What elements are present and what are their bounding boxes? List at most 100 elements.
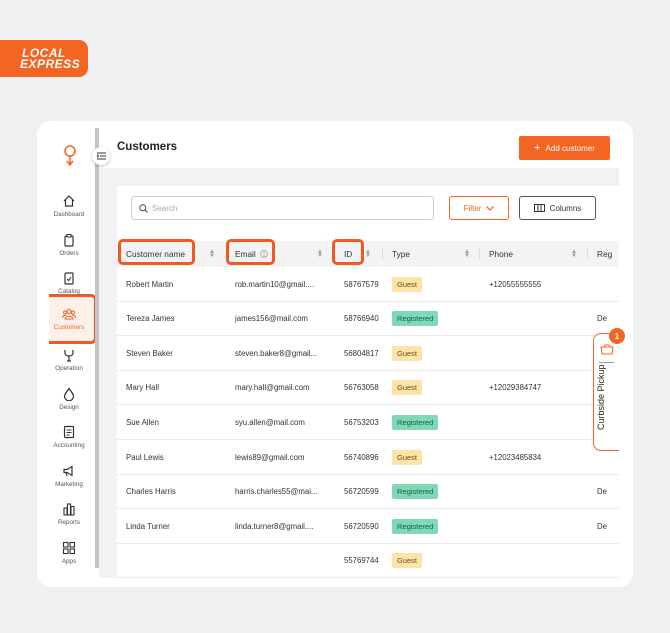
phone-cell: +12023485834 (489, 452, 542, 462)
customer-name-cell: Tereza James (126, 314, 175, 324)
type-badge: Guest (392, 449, 423, 465)
email-cell: syu.allen@mail.com (235, 417, 305, 427)
id-cell: 56753203 (344, 417, 379, 427)
email-cell: linda.turner8@gmail.... (235, 521, 314, 531)
sidebar-item-orders[interactable]: Orders (49, 233, 89, 257)
email-cell: mary.hall@gmail.com (235, 383, 310, 393)
column-header-reg[interactable]: Reg (597, 241, 612, 267)
curbside-count-badge: 1 (609, 328, 625, 344)
email-cell: lewis89@gmail.com (235, 452, 305, 462)
type-badge: Guest (392, 345, 423, 361)
email-cell: rob.martin10@gmail.... (235, 279, 314, 289)
table-row[interactable]: Sue Allen syu.allen@mail.com 56753203 Re… (117, 405, 619, 440)
search-icon (139, 203, 148, 213)
customer-name-cell: Linda Turner (126, 521, 170, 531)
phone-cell: +12029384747 (489, 383, 542, 393)
filter-label: Filter (463, 203, 482, 213)
id-cell: 56763058 (344, 383, 379, 393)
column-header-phone[interactable]: Phone (489, 241, 513, 267)
sidebar-item-label: Apps (61, 558, 77, 565)
sidebar-item-operation[interactable]: Operation (49, 348, 89, 372)
sidebar-item-label: Dashboard (53, 211, 85, 218)
sidebar-item-label: Reports (57, 519, 81, 526)
type-badge: Registered (392, 311, 439, 327)
id-cell: 56740896 (344, 452, 379, 462)
table-row[interactable]: Mary Hall mary.hall@gmail.com 56763058 G… (117, 371, 619, 406)
catalog-icon (64, 272, 74, 285)
type-badge: Guest (392, 380, 423, 396)
brand-logo-line2: EXPRESS (20, 56, 81, 71)
main-content: Customers + Add customer Filter Columns … (99, 128, 619, 578)
phone-cell: +12055555555 (489, 279, 542, 289)
sidebar-item-label: Marketing (55, 481, 83, 488)
clipboard-icon (64, 234, 74, 247)
sidebar: Dashboard Orders Catalog Customers Opera… (49, 128, 97, 568)
type-badge: Registered (392, 518, 439, 534)
sidebar-collapse-button[interactable] (92, 147, 110, 165)
sidebar-item-accounting[interactable]: Accounting (49, 425, 89, 449)
app-window: Dashboard Orders Catalog Customers Opera… (49, 128, 619, 578)
table-row[interactable]: 55769744 Guest (117, 544, 619, 578)
drop-icon (63, 387, 75, 401)
page-header: Customers + Add customer (99, 128, 619, 168)
type-badge: Guest (392, 553, 423, 569)
customer-name-cell: Mary Hall (126, 383, 159, 393)
customer-name-cell: Robert Martin (126, 279, 174, 289)
sidebar-item-label: Design (59, 404, 79, 411)
sidebar-item-label: Orders (59, 250, 79, 257)
customer-name-cell: Charles Harris (126, 487, 176, 497)
curbside-pickup-label: Curbside Pickup (596, 364, 606, 430)
megaphone-icon (63, 465, 73, 477)
users-icon (62, 308, 76, 320)
id-cell: 56804817 (344, 348, 379, 358)
sidebar-item-marketing[interactable]: Marketing (49, 464, 89, 488)
customers-card: Filter Columns Customer name ▲▼ Email ▲▼… (117, 186, 619, 578)
search-box[interactable] (131, 196, 434, 220)
search-input[interactable] (152, 203, 412, 213)
highlight-id (332, 239, 364, 265)
type-badge: Registered (392, 484, 439, 500)
home-icon (63, 195, 75, 207)
columns-button[interactable]: Columns (519, 196, 596, 220)
id-cell: 55769744 (344, 556, 379, 566)
bar-chart-icon (63, 503, 75, 516)
sidebar-item-reports[interactable]: Reports (49, 502, 89, 526)
table-row[interactable]: Paul Lewis lewis89@gmail.com 56740896 Gu… (117, 440, 619, 475)
chevron-down-icon (486, 205, 495, 211)
table-row[interactable]: Linda Turner linda.turner8@gmail.... 567… (117, 509, 619, 544)
app-logo-icon (64, 145, 76, 167)
add-customer-button[interactable]: + Add customer (519, 136, 610, 160)
sidebar-item-label: Customers (53, 324, 85, 331)
wrench-icon (64, 350, 74, 362)
email-cell: james156@mail.com (235, 314, 308, 324)
brand-logo: LOCAL EXPRESS (0, 40, 88, 77)
table-row[interactable]: Tereza James james156@mail.com 58766940 … (117, 302, 619, 337)
sidebar-item-label: Operation (55, 365, 83, 372)
page-title: Customers (117, 141, 178, 153)
sidebar-item-label: Accounting (53, 442, 85, 449)
column-header-type[interactable]: Type (392, 241, 410, 267)
id-cell: 56720599 (344, 487, 379, 497)
reg-cell: De (597, 487, 607, 497)
grid-icon (62, 541, 76, 555)
sidebar-item-design[interactable]: Design (49, 387, 89, 411)
type-badge: Guest (392, 276, 423, 292)
columns-icon (533, 204, 545, 212)
highlight-customer-name (118, 239, 195, 265)
reg-cell: De (597, 521, 607, 531)
id-cell: 56720590 (344, 521, 379, 531)
sidebar-item-customers[interactable]: Customers (49, 294, 97, 344)
id-cell: 58766940 (344, 314, 379, 324)
sidebar-item-dashboard[interactable]: Dashboard (49, 194, 89, 218)
curbside-pickup-tab[interactable]: 1 Curbside Pickup (593, 328, 625, 451)
menu-collapse-icon (96, 152, 106, 160)
sidebar-item-apps[interactable]: Apps (49, 541, 89, 565)
table-row[interactable]: Steven Baker steven.baker8@gmail... 5680… (117, 336, 619, 371)
sidebar-item-catalog[interactable]: Catalog (49, 271, 89, 295)
plus-icon: + (534, 142, 541, 154)
table-row[interactable]: Robert Martin rob.martin10@gmail.... 587… (117, 267, 619, 302)
customer-name-cell: Sue Allen (126, 417, 159, 427)
filter-button[interactable]: Filter (449, 196, 509, 220)
add-customer-label: Add customer (545, 143, 595, 153)
table-row[interactable]: Charles Harris harris.charles55@mai... 5… (117, 475, 619, 510)
